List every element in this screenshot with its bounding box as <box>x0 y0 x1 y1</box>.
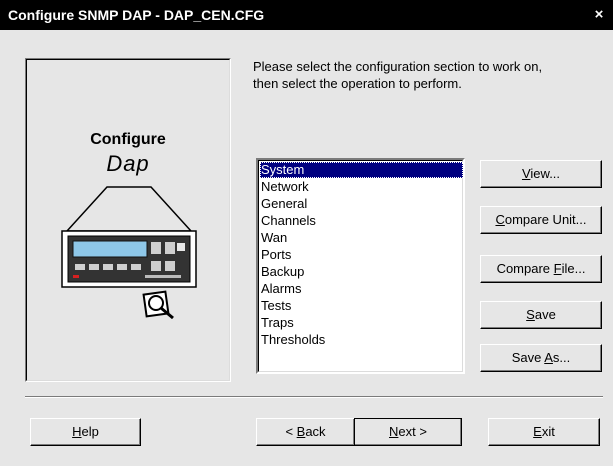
panel-title: Configure <box>90 131 166 148</box>
compare-file-button[interactable]: Compare File... <box>480 255 602 283</box>
exit-button[interactable]: Exit <box>488 418 600 446</box>
list-item-alarms[interactable]: Alarms <box>260 281 463 297</box>
instructions-text: Please select the configuration section … <box>253 58 613 92</box>
close-icon[interactable]: × <box>591 7 607 23</box>
list-item-traps[interactable]: Traps <box>260 315 463 331</box>
compare-unit-button[interactable]: Compare Unit... <box>480 206 602 234</box>
view-button[interactable]: View... <box>480 160 602 188</box>
save-button[interactable]: Save <box>480 301 602 329</box>
list-item-system[interactable]: System <box>260 162 463 178</box>
list-item-ports[interactable]: Ports <box>260 247 463 263</box>
list-item-network[interactable]: Network <box>260 179 463 195</box>
window-title: Configure SNMP DAP - DAP_CEN.CFG <box>8 7 265 23</box>
list-item-channels[interactable]: Channels <box>260 213 463 229</box>
help-button[interactable]: Help <box>30 418 141 446</box>
list-item-general[interactable]: General <box>260 196 463 212</box>
section-listbox[interactable]: System Network General Channels Wan Port… <box>256 158 465 374</box>
dap-device-icon <box>61 186 197 319</box>
title-bar[interactable]: Configure SNMP DAP - DAP_CEN.CFG × <box>0 0 613 30</box>
instructions-line-1: Please select the configuration section … <box>253 59 543 74</box>
list-item-thresholds[interactable]: Thresholds <box>260 332 463 348</box>
configure-dialog: Configure SNMP DAP - DAP_CEN.CFG × Confi… <box>0 0 613 466</box>
list-item-wan[interactable]: Wan <box>260 230 463 246</box>
separator-line <box>25 396 603 398</box>
instructions-line-2: then select the operation to perform. <box>253 76 462 91</box>
back-button[interactable]: < Back <box>256 418 355 446</box>
list-item-tests[interactable]: Tests <box>260 298 463 314</box>
magnifier-icon <box>142 290 174 319</box>
save-as-button[interactable]: Save As... <box>480 344 602 372</box>
illustration-panel: Configure Dap <box>25 58 231 382</box>
panel-subtitle: Dap <box>106 151 150 176</box>
list-item-backup[interactable]: Backup <box>260 264 463 280</box>
next-button[interactable]: Next > <box>354 418 462 446</box>
